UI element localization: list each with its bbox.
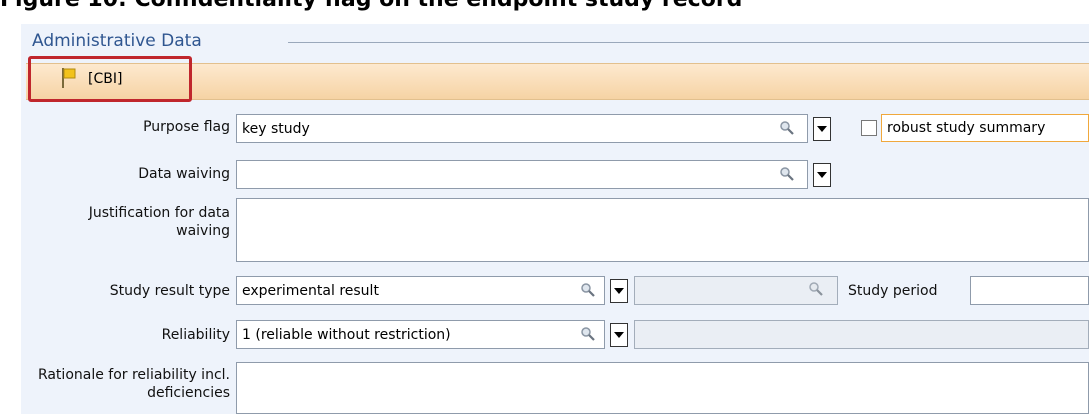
data-waiving-dropdown-button[interactable] (813, 163, 831, 187)
search-icon[interactable] (580, 326, 596, 342)
section-title: Administrative Data (32, 31, 202, 51)
study-result-type-value: experimental result (242, 283, 379, 299)
purpose-flag-label: Purpose flag (143, 119, 230, 135)
reliability-field[interactable]: 1 (reliable without restriction) (236, 320, 605, 349)
flag-icon[interactable] (60, 67, 78, 89)
robust-summary-checkbox[interactable] (861, 120, 877, 136)
data-waiving-label: Data waiving (138, 166, 230, 182)
reliability-dropdown-button[interactable] (610, 323, 628, 347)
search-icon[interactable] (779, 166, 795, 182)
justification-textarea[interactable] (236, 198, 1089, 262)
justification-label: Justification for data waiving (88, 205, 230, 239)
search-icon[interactable] (779, 120, 795, 136)
figure-caption: Figure 10: Confidentiality flag on the e… (0, 0, 1089, 14)
rationale-textarea[interactable] (236, 362, 1089, 414)
study-result-type-label: Study result type (109, 283, 230, 299)
search-icon[interactable] (580, 282, 596, 298)
reliability-value: 1 (reliable without restriction) (242, 327, 451, 343)
purpose-flag-dropdown-button[interactable] (813, 117, 831, 141)
reliability-secondary-field (634, 320, 1089, 349)
study-result-type-dropdown-button[interactable] (610, 279, 628, 303)
rationale-label: Rationale for reliability incl. deficien… (37, 367, 230, 401)
purpose-flag-field[interactable]: key study (236, 114, 808, 143)
study-result-type-field[interactable]: experimental result (236, 276, 605, 305)
search-icon (808, 281, 824, 297)
flag-label: [CBI] (88, 71, 123, 87)
purpose-flag-value: key study (242, 121, 310, 137)
study-period-label: Study period (848, 283, 938, 299)
robust-summary-label[interactable]: robust study summary (881, 114, 1089, 142)
reliability-label: Reliability (161, 327, 230, 343)
study-period-field[interactable] (970, 276, 1089, 305)
data-waiving-field[interactable] (236, 160, 808, 189)
section-divider (288, 42, 1089, 43)
